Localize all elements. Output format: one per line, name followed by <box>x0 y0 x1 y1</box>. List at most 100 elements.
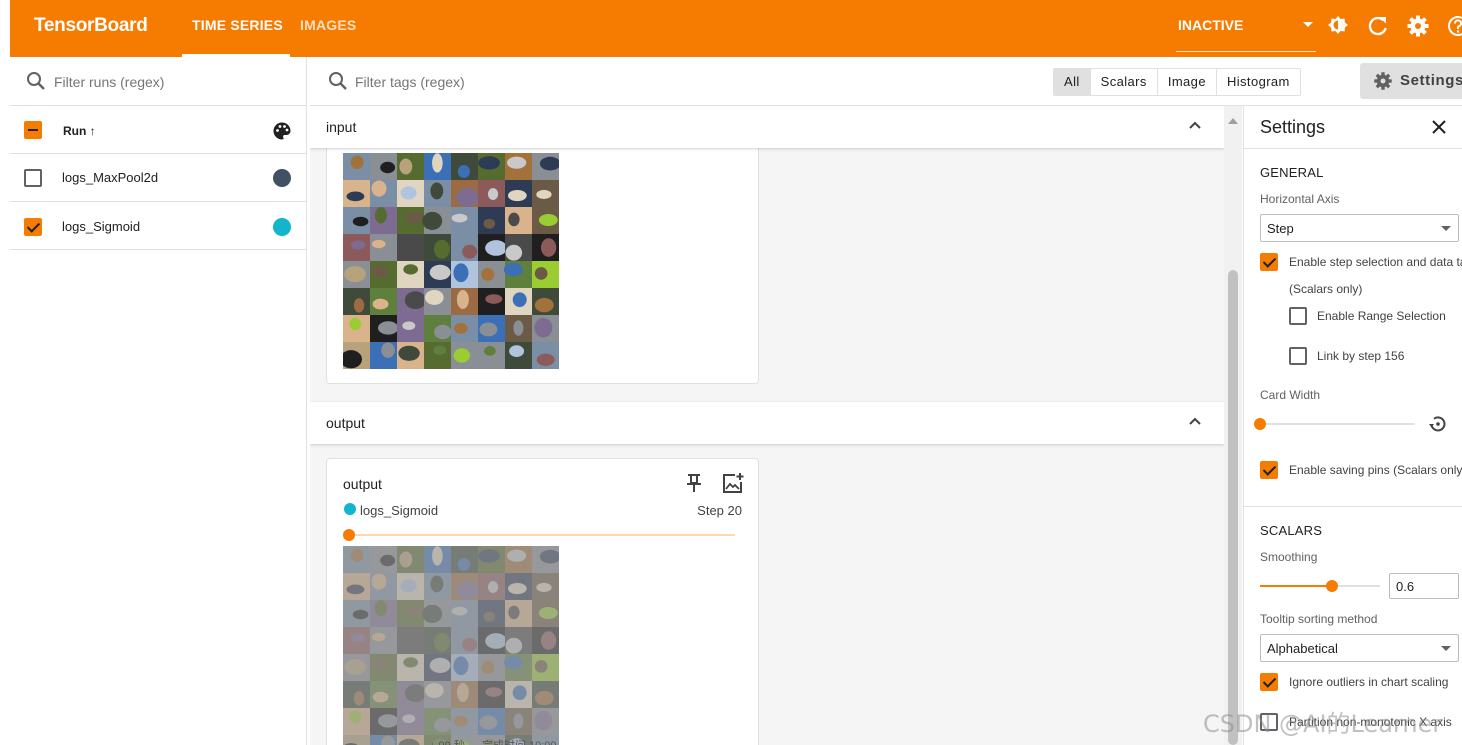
dropdown-arrow-icon <box>1441 226 1451 231</box>
group-header-output[interactable]: output <box>310 402 1224 444</box>
card-title: output <box>343 476 382 492</box>
image-thumbnail <box>343 180 370 207</box>
chevron-up-icon[interactable] <box>1188 118 1202 132</box>
image-thumbnail <box>503 261 532 288</box>
image-thumbnail <box>397 153 424 180</box>
refresh-icon[interactable] <box>1366 14 1390 38</box>
dropdown-arrow-icon[interactable] <box>1303 22 1313 27</box>
image-thumbnail <box>451 261 478 288</box>
card-width-label: Card Width <box>1260 388 1321 402</box>
enable-saving-pins-label: Enable saving pins (Scalars only) <box>1289 463 1462 477</box>
run-checkbox[interactable] <box>24 218 42 236</box>
input-image-grid[interactable] <box>343 153 559 369</box>
image-thumbnail <box>343 207 370 234</box>
image-thumbnail <box>478 261 505 288</box>
tensorboard-app: TensorBoard TIME SERIES IMAGES INACTIVE <box>0 0 1462 745</box>
image-thumbnail <box>478 288 505 315</box>
reset-icon[interactable] <box>1427 413 1449 435</box>
image-thumbnail <box>478 153 505 180</box>
image-thumbnail <box>478 342 505 369</box>
filter-scalars-button[interactable]: Scalars <box>1091 69 1158 95</box>
help-icon[interactable] <box>1446 14 1462 38</box>
select-all-checkbox[interactable] <box>24 121 42 139</box>
scalars-only-note: (Scalars only) <box>1289 282 1363 296</box>
step-slider-track[interactable] <box>349 534 735 536</box>
scroll-up-arrow[interactable] <box>1228 118 1238 124</box>
settings-gear-icon[interactable] <box>1406 14 1430 38</box>
card-width-slider-knob[interactable] <box>1254 418 1266 430</box>
tags-filter-bar: Filter tags (regex) All Scalars Image Hi… <box>310 57 1462 106</box>
tab-images[interactable]: IMAGES <box>300 17 356 33</box>
run-color-swatch[interactable] <box>273 169 291 187</box>
image-thumbnail <box>370 180 397 207</box>
cards-area: input output output logs_Sigmoid Step 20 <box>310 106 1224 745</box>
horizontal-axis-label: Horizontal Axis <box>1260 192 1340 206</box>
pin-icon[interactable] <box>683 472 705 494</box>
horizontal-axis-select[interactable]: Step <box>1260 214 1459 242</box>
image-thumbnail <box>505 180 532 207</box>
image-thumbnail <box>370 207 397 234</box>
palette-icon[interactable] <box>272 121 292 141</box>
image-thumbnail <box>343 315 370 342</box>
filter-histogram-button[interactable]: Histogram <box>1217 69 1300 95</box>
tags-filter-input[interactable]: Filter tags (regex) <box>355 74 465 90</box>
image-thumbnail <box>370 315 399 342</box>
reload-status-dropdown[interactable]: INACTIVE <box>1178 17 1243 33</box>
runs-panel: Filter runs (regex) Run ↑ logs_MaxPool2d… <box>10 57 307 745</box>
image-thumbnail <box>505 234 532 261</box>
image-thumbnail <box>478 315 505 342</box>
run-checkbox[interactable] <box>24 169 42 187</box>
scrollbar-thumb[interactable] <box>1228 270 1238 745</box>
enable-range-selection-checkbox[interactable] <box>1289 307 1307 325</box>
image-thumbnail <box>424 261 451 288</box>
runs-filter[interactable]: Filter runs (regex) <box>10 57 307 106</box>
image-thumbnail <box>505 207 532 234</box>
tooltip-sort-select[interactable]: Alphabetical <box>1260 634 1459 662</box>
search-icon <box>27 72 45 90</box>
main-scrollbar[interactable] <box>1224 106 1242 745</box>
filter-image-button[interactable]: Image <box>1158 69 1217 95</box>
card-step-label: Step 20 <box>697 503 742 518</box>
smoothing-slider-knob[interactable] <box>1326 580 1338 592</box>
group-title: input <box>326 119 357 135</box>
close-icon[interactable] <box>1430 118 1448 136</box>
run-name: logs_Sigmoid <box>62 219 141 234</box>
divider <box>1244 506 1462 507</box>
image-thumbnail <box>424 153 451 180</box>
run-column-header[interactable]: Run ↑ <box>63 124 96 138</box>
card-width-slider-track[interactable] <box>1260 423 1414 425</box>
tooltip-sort-label: Tooltip sorting method <box>1260 612 1378 626</box>
image-thumbnail <box>451 180 479 208</box>
full-size-image-icon[interactable] <box>721 472 745 494</box>
ignore-outliers-checkbox[interactable] <box>1260 673 1278 691</box>
image-thumbnail <box>451 315 478 342</box>
settings-button-label: Settings <box>1400 72 1462 89</box>
link-by-step-checkbox[interactable] <box>1289 347 1307 365</box>
settings-toggle-button[interactable]: Settings <box>1360 63 1462 99</box>
top-app-bar: TensorBoard TIME SERIES IMAGES INACTIVE <box>10 0 1462 57</box>
tab-time-series[interactable]: TIME SERIES <box>192 17 283 33</box>
filter-all-button[interactable]: All <box>1054 69 1091 95</box>
enable-step-selection-checkbox[interactable] <box>1260 253 1278 271</box>
group-title: output <box>326 415 365 431</box>
gear-icon <box>1374 72 1392 90</box>
output-image-card: output logs_Sigmoid Step 20 <box>326 458 759 745</box>
divider <box>1244 148 1462 149</box>
step-slider-knob[interactable] <box>343 529 355 541</box>
settings-panel: Settings GENERAL Horizontal Axis Step En… <box>1243 106 1462 745</box>
enable-saving-pins-checkbox[interactable] <box>1260 461 1278 479</box>
chevron-up-icon[interactable] <box>1188 414 1202 428</box>
output-image-grid[interactable] <box>343 546 559 745</box>
image-thumbnail <box>397 315 424 342</box>
smoothing-input[interactable]: 0.6 <box>1389 573 1459 599</box>
image-thumbnail <box>397 261 424 288</box>
run-row-maxpool[interactable]: logs_MaxPool2d <box>10 154 307 202</box>
image-thumbnail <box>451 342 478 369</box>
group-header-input[interactable]: input <box>310 106 1224 148</box>
run-row-sigmoid[interactable]: logs_Sigmoid <box>10 202 307 250</box>
run-color-swatch[interactable] <box>273 218 291 236</box>
theme-toggle-icon[interactable] <box>1326 14 1350 38</box>
image-thumbnail <box>478 207 505 234</box>
runs-filter-input[interactable]: Filter runs (regex) <box>54 74 164 90</box>
image-thumbnail <box>397 342 424 369</box>
